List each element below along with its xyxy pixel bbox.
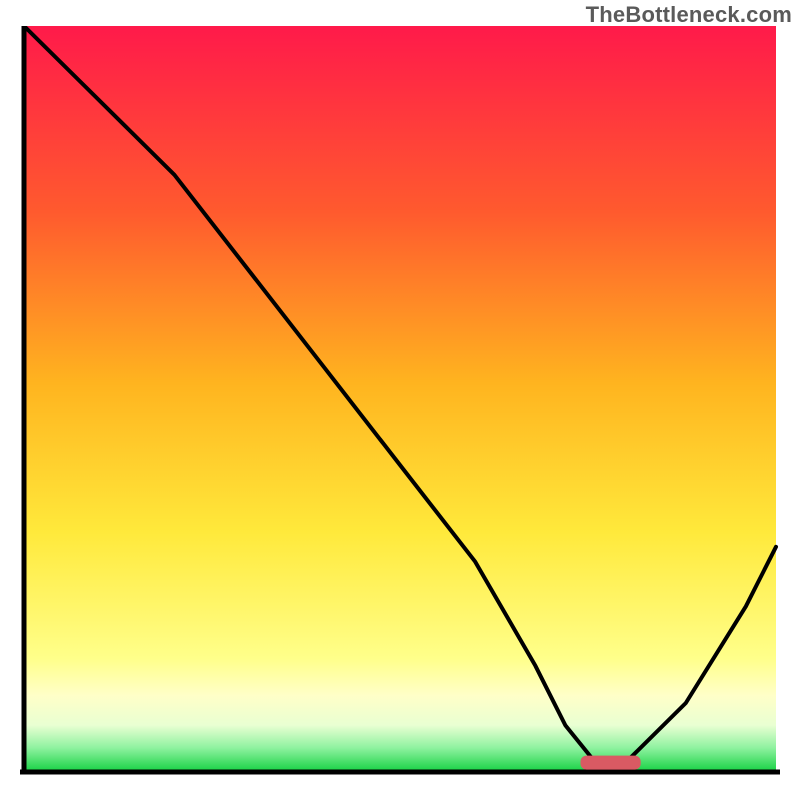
watermark-text: TheBottleneck.com xyxy=(586,2,792,28)
chart-frame: TheBottleneck.com xyxy=(0,0,800,800)
plot-area xyxy=(20,26,780,778)
plot-svg xyxy=(20,26,780,778)
optimal-marker xyxy=(581,756,641,770)
